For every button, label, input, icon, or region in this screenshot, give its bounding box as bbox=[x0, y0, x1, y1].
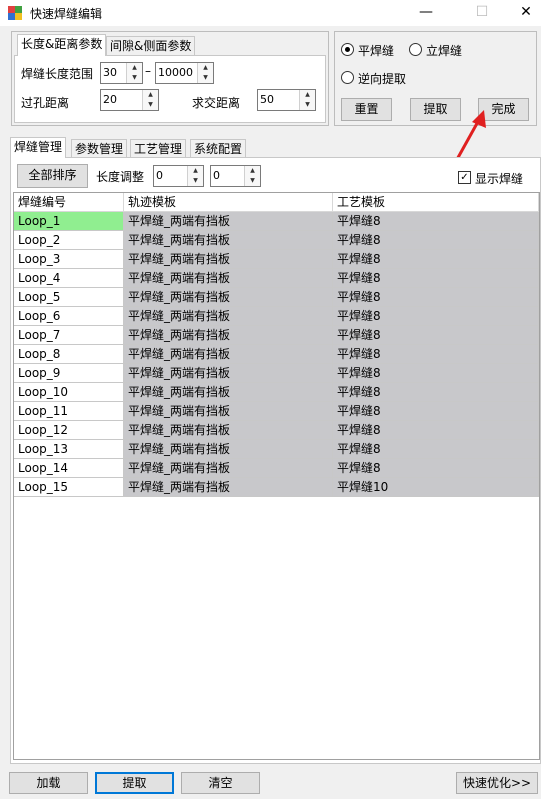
column-header-weld-id[interactable]: 焊缝编号 bbox=[14, 193, 124, 212]
spinner-arrows[interactable]: ▲ ▼ bbox=[126, 63, 142, 83]
show-weld-label[interactable]: 显示焊缝 bbox=[475, 170, 523, 187]
weld-id-cell[interactable]: Loop_8 bbox=[14, 345, 124, 364]
weld-id-cell[interactable]: Loop_13 bbox=[14, 440, 124, 459]
weld-id-cell[interactable]: Loop_5 bbox=[14, 288, 124, 307]
process-template-cell[interactable]: 平焊缝8 bbox=[333, 212, 539, 231]
load-button[interactable]: 加载 bbox=[9, 772, 88, 794]
track-template-cell[interactable]: 平焊缝_两端有挡板 bbox=[124, 231, 333, 250]
weld-id-cell[interactable]: Loop_3 bbox=[14, 250, 124, 269]
weld-grid[interactable]: 焊缝编号 轨迹模板 工艺模板 Loop_1 平焊缝_两端有挡板 平焊缝8 Loop_2… bbox=[13, 192, 540, 760]
hole-distance-value: 20 bbox=[103, 93, 117, 106]
process-template-cell[interactable]: 平焊缝8 bbox=[333, 307, 539, 326]
minimize-button[interactable]: — bbox=[403, 0, 449, 26]
tab-length-distance[interactable]: 长度&距离参数 bbox=[17, 34, 107, 56]
tab-param-management[interactable]: 参数管理 bbox=[71, 139, 128, 159]
window-title: 快速焊缝编辑 bbox=[30, 7, 103, 21]
flat-weld-label[interactable]: 平焊缝 bbox=[358, 42, 394, 59]
process-template-cell[interactable]: 平焊缝8 bbox=[333, 231, 539, 250]
process-template-cell[interactable]: 平焊缝8 bbox=[333, 345, 539, 364]
track-template-cell[interactable]: 平焊缝_两端有挡板 bbox=[124, 269, 333, 288]
track-template-cell[interactable]: 平焊缝_两端有挡板 bbox=[124, 402, 333, 421]
track-template-cell[interactable]: 平焊缝_两端有挡板 bbox=[124, 307, 333, 326]
length-adjust-spinner-1[interactable]: 0 ▲ ▼ bbox=[153, 165, 204, 187]
tab-weld-management[interactable]: 焊缝管理 bbox=[10, 137, 67, 158]
process-template-cell[interactable]: 平焊缝10 bbox=[333, 478, 539, 497]
length-range-label: 焊缝长度范围 bbox=[21, 67, 94, 81]
process-template-cell[interactable]: 平焊缝8 bbox=[333, 326, 539, 345]
weld-id-cell[interactable]: Loop_14 bbox=[14, 459, 124, 478]
sort-all-button[interactable]: 全部排序 bbox=[17, 164, 88, 188]
length-max-spinner[interactable]: 10000 ▲ ▼ bbox=[155, 62, 214, 84]
close-button[interactable]: ✕ bbox=[503, 0, 541, 26]
process-template-cell[interactable]: 平焊缝8 bbox=[333, 269, 539, 288]
title-bar: 快速焊缝编辑 — ☐ ✕ bbox=[0, 0, 541, 26]
track-template-cell[interactable]: 平焊缝_两端有挡板 bbox=[124, 383, 333, 402]
intersect-distance-spinner[interactable]: 50 ▲ ▼ bbox=[257, 89, 316, 111]
process-template-cell[interactable]: 平焊缝8 bbox=[333, 383, 539, 402]
weld-id-cell[interactable]: Loop_6 bbox=[14, 307, 124, 326]
spinner-arrows[interactable]: ▲ ▼ bbox=[244, 166, 260, 186]
track-template-cell[interactable]: 平焊缝_两端有挡板 bbox=[124, 326, 333, 345]
process-template-cell[interactable]: 平焊缝8 bbox=[333, 250, 539, 269]
hole-distance-spinner[interactable]: 20 ▲ ▼ bbox=[100, 89, 159, 111]
app-icon bbox=[8, 6, 22, 20]
reverse-extract-label[interactable]: 逆向提取 bbox=[358, 70, 406, 87]
length-max-value: 10000 bbox=[158, 66, 193, 79]
track-template-cell[interactable]: 平焊缝_两端有挡板 bbox=[124, 250, 333, 269]
reset-button[interactable]: 重置 bbox=[341, 98, 392, 121]
show-weld-checkbox[interactable]: ✓ bbox=[458, 171, 471, 184]
extract-button[interactable]: 提取 bbox=[95, 772, 174, 794]
weld-id-cell[interactable]: Loop_9 bbox=[14, 364, 124, 383]
weld-id-cell[interactable]: Loop_10 bbox=[14, 383, 124, 402]
column-header-process-template[interactable]: 工艺模板 bbox=[333, 193, 539, 212]
range-dash: – bbox=[145, 64, 151, 78]
flat-weld-radio[interactable] bbox=[341, 43, 354, 56]
track-template-cell[interactable]: 平焊缝_两端有挡板 bbox=[124, 364, 333, 383]
tab-system-config[interactable]: 系统配置 bbox=[190, 139, 247, 159]
intersect-distance-value: 50 bbox=[260, 93, 274, 106]
process-template-cell[interactable]: 平焊缝8 bbox=[333, 288, 539, 307]
weld-id-cell[interactable]: Loop_12 bbox=[14, 421, 124, 440]
maximize-button[interactable]: ☐ bbox=[459, 0, 505, 26]
weld-id-cell[interactable]: Loop_4 bbox=[14, 269, 124, 288]
quick-optimize-button[interactable]: 快速优化>> bbox=[456, 772, 538, 794]
track-template-cell[interactable]: 平焊缝_两端有挡板 bbox=[124, 212, 333, 231]
track-template-cell[interactable]: 平焊缝_两端有挡板 bbox=[124, 440, 333, 459]
process-template-cell[interactable]: 平焊缝8 bbox=[333, 459, 539, 478]
spinner-arrows[interactable]: ▲ ▼ bbox=[142, 90, 158, 110]
process-template-cell[interactable]: 平焊缝8 bbox=[333, 402, 539, 421]
length-adjust-value-1: 0 bbox=[156, 169, 163, 182]
process-template-cell[interactable]: 平焊缝8 bbox=[333, 440, 539, 459]
vertical-weld-radio[interactable] bbox=[409, 43, 422, 56]
vertical-weld-label[interactable]: 立焊缝 bbox=[426, 42, 462, 59]
clear-button[interactable]: 清空 bbox=[181, 772, 260, 794]
track-template-cell[interactable]: 平焊缝_两端有挡板 bbox=[124, 421, 333, 440]
weld-id-cell[interactable]: Loop_11 bbox=[14, 402, 124, 421]
weld-id-cell[interactable]: Loop_1 bbox=[14, 212, 124, 231]
track-template-cell[interactable]: 平焊缝_两端有挡板 bbox=[124, 478, 333, 497]
weld-id-cell[interactable]: Loop_7 bbox=[14, 326, 124, 345]
spinner-arrows[interactable]: ▲ ▼ bbox=[299, 90, 315, 110]
weld-id-cell[interactable]: Loop_15 bbox=[14, 478, 124, 497]
tab-process-management[interactable]: 工艺管理 bbox=[130, 139, 187, 159]
length-adjust-spinner-2[interactable]: 0 ▲ ▼ bbox=[210, 165, 261, 187]
process-template-cell[interactable]: 平焊缝8 bbox=[333, 364, 539, 383]
track-template-cell[interactable]: 平焊缝_两端有挡板 bbox=[124, 459, 333, 478]
hole-distance-label: 过孔距离 bbox=[21, 96, 70, 110]
length-min-spinner[interactable]: 30 ▲ ▼ bbox=[100, 62, 143, 84]
process-template-cell[interactable]: 平焊缝8 bbox=[333, 421, 539, 440]
spinner-arrows[interactable]: ▲ ▼ bbox=[197, 63, 213, 83]
column-header-track-template[interactable]: 轨迹模板 bbox=[124, 193, 333, 212]
intersect-distance-label: 求交距离 bbox=[192, 96, 241, 110]
reverse-extract-radio[interactable] bbox=[341, 71, 354, 84]
length-adjust-value-2: 0 bbox=[213, 169, 220, 182]
track-template-cell[interactable]: 平焊缝_两端有挡板 bbox=[124, 288, 333, 307]
length-adjust-label: 长度调整 bbox=[96, 170, 145, 184]
spinner-arrows[interactable]: ▲ ▼ bbox=[187, 166, 203, 186]
length-min-value: 30 bbox=[103, 66, 117, 79]
track-template-cell[interactable]: 平焊缝_两端有挡板 bbox=[124, 345, 333, 364]
weld-id-cell[interactable]: Loop_2 bbox=[14, 231, 124, 250]
tab-gap-side[interactable]: 间隙&侧面参数 bbox=[106, 36, 196, 56]
